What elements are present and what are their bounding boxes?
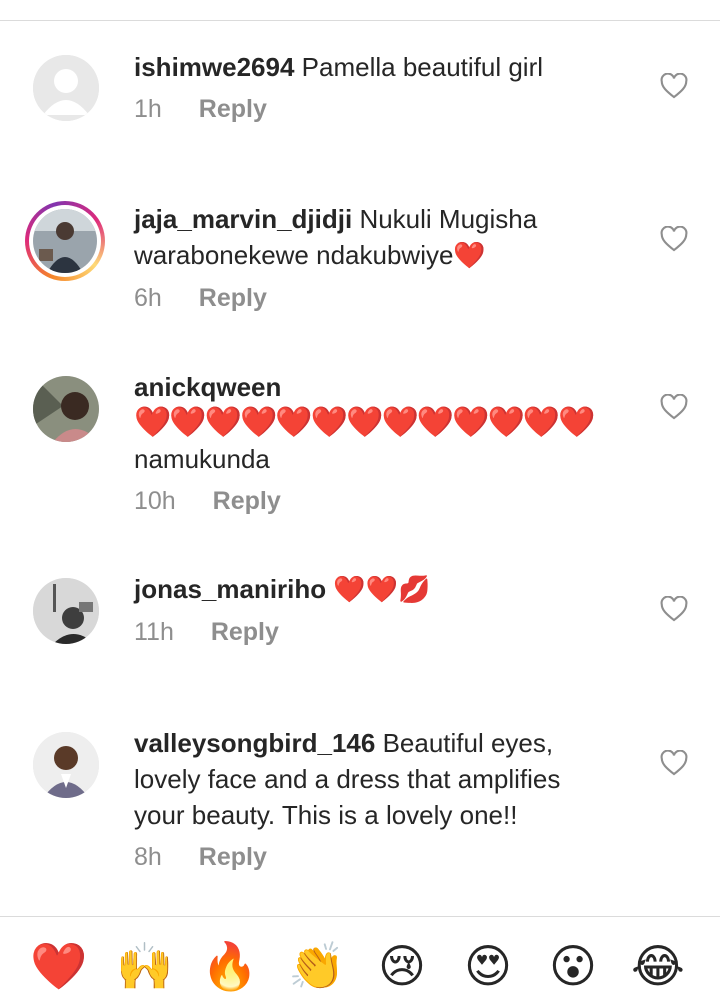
reaction-tears-of-joy[interactable]: 😂 [628, 936, 688, 996]
comment-meta: 10h Reply [134, 487, 281, 516]
heart-outline-icon[interactable] [660, 73, 688, 99]
comment-body: jaja_marvin_djidji Nukuli Mugisha warabo… [134, 201, 614, 273]
comment-body: anickqween ❤️❤️❤️❤️❤️❤️❤️❤️❤️❤️❤️❤️❤️ na… [134, 369, 614, 477]
avatar-story-ring[interactable] [25, 201, 105, 281]
reply-button[interactable]: Reply [213, 487, 281, 516]
comment-text-line: namukunda [134, 444, 270, 474]
comment-body: valleysongbird_146 Beautiful eyes, lovel… [134, 725, 614, 833]
comment-username[interactable]: jonas_maniriho [134, 574, 326, 604]
heart-outline-icon[interactable] [660, 750, 688, 776]
comment-text-line: your beauty. This is a lovely one!! [134, 800, 518, 830]
reaction-fire[interactable]: 🔥 [200, 936, 260, 996]
comment-time: 10h [134, 487, 176, 515]
user-photo-avatar [33, 578, 99, 644]
comment-time: 11h [134, 618, 174, 646]
comment-meta: 6h Reply [134, 284, 267, 313]
reaction-surprised-face[interactable]: 😮 [543, 936, 603, 996]
comment-time: 8h [134, 843, 162, 871]
comment-body: ishimwe2694 Pamella beautiful girl [134, 49, 614, 85]
reaction-red-heart[interactable]: ❤️ [29, 936, 89, 996]
comment-text: Beautiful eyes, [375, 728, 554, 758]
reaction-crying-face[interactable]: 😢 [372, 936, 432, 996]
comment-text: Pamella beautiful girl [294, 52, 544, 82]
comment-hearts: ❤️❤️❤️❤️❤️❤️❤️❤️❤️❤️❤️❤️❤️ [134, 406, 596, 439]
quick-reactions-bar: ❤️ 🙌 🔥 👏 😢 😍 😮 😂 [0, 932, 720, 1002]
comment-meta: 8h Reply [134, 843, 267, 872]
avatar-default[interactable] [33, 55, 99, 121]
comment-username[interactable]: ishimwe2694 [134, 52, 294, 82]
comment-username[interactable]: jaja_marvin_djidji [134, 204, 352, 234]
user-photo-avatar [33, 376, 99, 442]
reply-button[interactable]: Reply [211, 618, 279, 647]
avatar[interactable] [33, 578, 99, 644]
heart-outline-icon[interactable] [660, 596, 688, 622]
reaction-raising-hands[interactable]: 🙌 [115, 936, 175, 996]
comment-meta: 11h Reply [134, 618, 279, 647]
bottom-divider [0, 916, 720, 917]
comment-text: ❤️❤️💋 [326, 574, 431, 604]
reaction-clapping-hands[interactable]: 👏 [287, 936, 347, 996]
comment-text-line: lovely face and a dress that amplifies [134, 764, 561, 794]
comment-time: 6h [134, 284, 162, 312]
comment-text: Nukuli Mugisha [352, 204, 538, 234]
reply-button[interactable]: Reply [199, 284, 267, 313]
comment-username[interactable]: valleysongbird_146 [134, 728, 375, 758]
user-photo-avatar [33, 209, 97, 273]
comment-meta: 1h Reply [134, 95, 267, 124]
reaction-heart-eyes[interactable]: 😍 [458, 936, 518, 996]
top-divider [0, 20, 720, 21]
reply-button[interactable]: Reply [199, 843, 267, 872]
comment-body: jonas_maniriho ❤️❤️💋 [134, 571, 614, 607]
comment-time: 1h [134, 95, 162, 123]
user-photo-avatar [33, 732, 99, 798]
heart-outline-icon[interactable] [660, 226, 688, 252]
reply-button[interactable]: Reply [199, 95, 267, 124]
comment-text-line: warabonekewe ndakubwiye❤️ [134, 240, 486, 270]
heart-outline-icon[interactable] [660, 394, 688, 420]
comment-username[interactable]: anickqween [134, 372, 281, 402]
default-avatar-icon [33, 55, 99, 121]
avatar[interactable] [33, 732, 99, 798]
avatar[interactable] [33, 376, 99, 442]
